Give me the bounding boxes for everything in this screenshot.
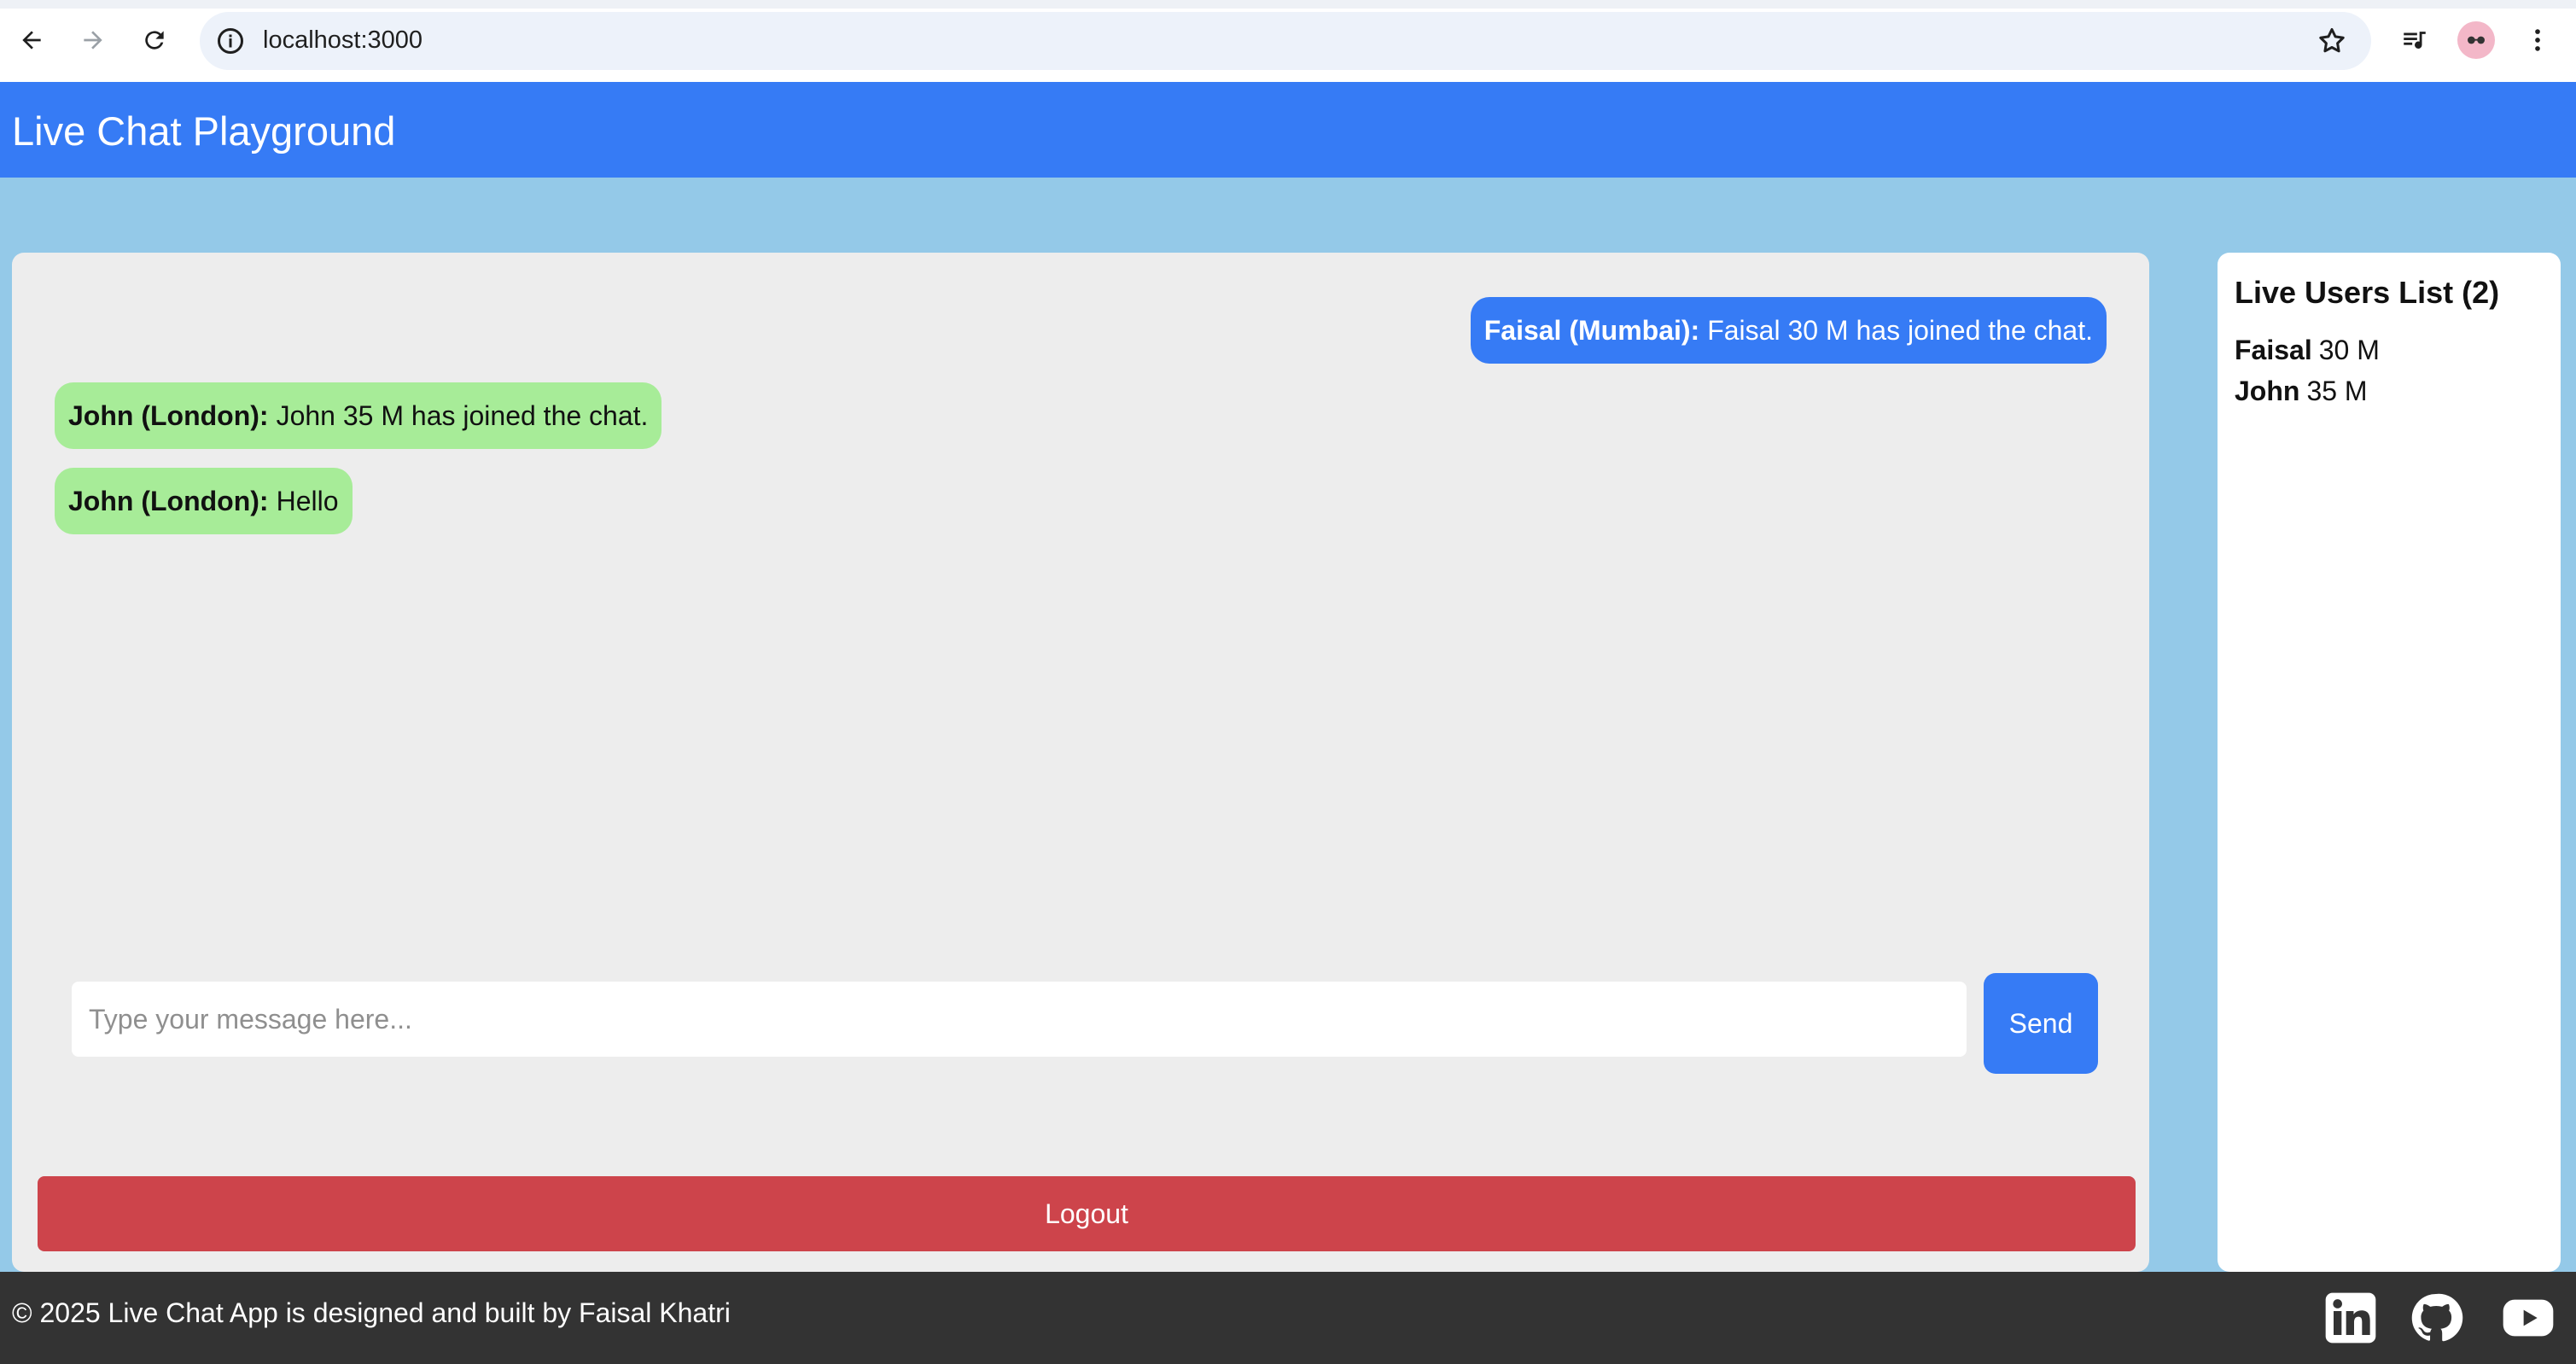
reload-icon <box>145 31 164 50</box>
sunglasses-icon <box>2468 36 2485 44</box>
message-bubble: Faisal (Mumbai): Faisal 30 M has joined … <box>1470 297 2107 364</box>
message-text: Hello <box>276 485 339 516</box>
app-title: Live Chat Playground <box>12 108 396 154</box>
user-name: Faisal <box>2235 335 2312 365</box>
tab-strip <box>0 0 2576 9</box>
reload-button[interactable] <box>133 19 176 61</box>
playlist-music-icon <box>2404 32 2426 49</box>
message-text: John 35 M has joined the chat. <box>276 399 649 431</box>
user-list-item: John 35 M <box>2235 376 2368 407</box>
footer: © 2025 Live Chat App is designed and bui… <box>0 1272 2576 1364</box>
user-info: 30 M <box>2318 335 2380 365</box>
message-sender: John (London): <box>68 399 269 431</box>
forward-button[interactable] <box>72 19 114 61</box>
avatar <box>2457 21 2495 59</box>
profile-button[interactable] <box>2455 19 2497 61</box>
send-button[interactable]: Send <box>1984 973 2098 1074</box>
message-bubble: John (London): John 35 M has joined the … <box>55 382 662 449</box>
users-list-title: Live Users List (2) <box>2235 275 2500 310</box>
message-sender: John (London): <box>68 485 269 516</box>
message-text: Faisal 30 M has joined the chat. <box>1707 314 2093 346</box>
logout-button[interactable]: Logout <box>38 1176 2136 1251</box>
arrow-left-icon <box>22 31 41 50</box>
address-bar[interactable]: localhost:3000 <box>200 12 2371 70</box>
youtube-icon[interactable] <box>2497 1291 2559 1345</box>
user-info: 35 M <box>2306 376 2368 406</box>
message-bubble: John (London): Hello <box>55 468 353 534</box>
info-icon[interactable] <box>215 26 246 56</box>
browser-menu-button[interactable] <box>2516 19 2559 61</box>
back-button[interactable] <box>10 19 53 61</box>
media-controls-button[interactable] <box>2393 19 2436 61</box>
more-vertical-icon <box>2535 29 2540 51</box>
message-sender: Faisal (Mumbai): <box>1483 314 1700 346</box>
footer-credit: © 2025 Live Chat App is designed and bui… <box>12 1297 731 1328</box>
user-name: John <box>2235 376 2300 406</box>
live-users-panel: Live Users List (2) Faisal 30 M John 35 M <box>2218 253 2561 1272</box>
browser-toolbar: localhost:3000 <box>0 0 2576 83</box>
github-icon[interactable] <box>2409 1291 2463 1345</box>
bookmark-star-icon[interactable] <box>2317 26 2347 56</box>
arrow-right-icon <box>84 31 102 50</box>
linkedin-icon[interactable] <box>2323 1291 2378 1345</box>
chat-panel: Faisal (Mumbai): Faisal 30 M has joined … <box>12 253 2149 1272</box>
url-text[interactable]: localhost:3000 <box>263 26 423 55</box>
message-input[interactable] <box>72 982 1967 1057</box>
app-header: Live Chat Playground <box>0 82 2576 178</box>
user-list-item: Faisal 30 M <box>2235 335 2380 366</box>
